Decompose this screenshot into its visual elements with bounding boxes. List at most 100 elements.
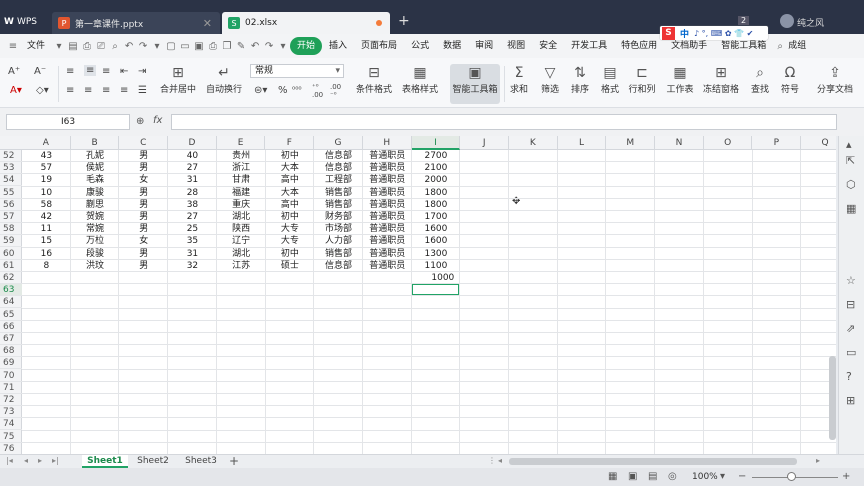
cell-f58[interactable]: 大专: [266, 223, 315, 235]
justify-icon[interactable]: ≡: [120, 85, 128, 96]
cell-h57[interactable]: 普通职员: [363, 211, 412, 223]
cell-h54[interactable]: 普通职员: [363, 174, 412, 186]
cell-e61[interactable]: 江苏: [217, 260, 266, 272]
cell-d60[interactable]: 31: [168, 248, 217, 260]
help-icon[interactable]: ?: [846, 370, 852, 383]
undo2-icon[interactable]: ↶: [248, 41, 262, 52]
table-icon[interactable]: ▦: [846, 202, 856, 215]
cell-i61[interactable]: 1100: [412, 260, 461, 272]
row-header-64[interactable]: 64: [0, 296, 22, 309]
tab-pptx[interactable]: P 第一章课件.pptx ✕: [52, 12, 220, 34]
cell-h53[interactable]: 普通职员: [363, 162, 412, 174]
cell-b57[interactable]: 贺婉: [71, 211, 120, 223]
row-header-53[interactable]: 53: [0, 162, 22, 175]
smart-toolbox-button[interactable]: ▣ 智能工具箱: [450, 64, 500, 104]
chevron-down-icon[interactable]: ▾: [52, 41, 66, 52]
indent-decrease-icon[interactable]: ⇤: [120, 66, 128, 77]
row-header-63[interactable]: 63: [0, 284, 22, 297]
window-count-badge[interactable]: 2: [738, 16, 750, 25]
cell-g60[interactable]: 销售部: [314, 248, 363, 260]
scroll-left-icon[interactable]: ◂: [498, 456, 502, 465]
column-header-a[interactable]: A: [22, 136, 71, 150]
cell-f59[interactable]: 大专: [266, 235, 315, 247]
save-icon[interactable]: ▤: [66, 41, 80, 52]
more-tabs-icon[interactable]: ⋮: [488, 456, 496, 465]
column-header-e[interactable]: E: [217, 136, 266, 150]
folder-icon[interactable]: ▭: [846, 346, 856, 359]
first-sheet-icon[interactable]: |◂: [6, 456, 13, 465]
cell-b59[interactable]: 万柆: [71, 235, 120, 247]
menu-developer[interactable]: 开发工具: [564, 37, 614, 55]
menu-security[interactable]: 安全: [532, 37, 564, 55]
cell-f53[interactable]: 大本: [266, 162, 315, 174]
row-header-62[interactable]: 62: [0, 272, 22, 284]
format-button[interactable]: ▤ 格式: [596, 64, 624, 95]
new-tab-button[interactable]: +: [398, 13, 410, 29]
menu-special[interactable]: 特色应用: [614, 37, 664, 55]
column-header-m[interactable]: M: [606, 136, 656, 150]
reading-mode-icon[interactable]: ◎: [668, 471, 677, 482]
cell-e58[interactable]: 陕西: [217, 223, 266, 235]
cell-g54[interactable]: 工程部: [314, 174, 363, 186]
name-box[interactable]: I63: [6, 114, 130, 130]
redo-icon[interactable]: ↷: [136, 41, 150, 52]
cell-c58[interactable]: 男: [119, 223, 168, 235]
filter-button[interactable]: ▽ 筛选: [536, 64, 564, 95]
worksheet-button[interactable]: ▦ 工作表: [664, 64, 696, 95]
row-header-70[interactable]: 70: [0, 370, 22, 382]
cell-d52[interactable]: 40: [168, 150, 217, 162]
cell-b55[interactable]: 康骏: [71, 187, 120, 199]
backup-icon[interactable]: ⊟: [846, 298, 855, 311]
cell-f57[interactable]: 初中: [266, 211, 315, 223]
cell-d58[interactable]: 25: [168, 223, 217, 235]
cell-c54[interactable]: 女: [119, 174, 168, 186]
number-format-select[interactable]: 常规 ▾: [250, 64, 344, 78]
cell-b54[interactable]: 毛森: [71, 174, 120, 186]
select-icon[interactable]: ⇱: [846, 154, 855, 167]
row-header-66[interactable]: 66: [0, 321, 22, 333]
row-header-75[interactable]: 75: [0, 431, 22, 443]
cell-h60[interactable]: 普通职员: [363, 248, 412, 260]
spreadsheet-grid[interactable]: ABCDEFGHIJKLMNOPQ 52 53 54 55 56 57 58 59 60 61 62…: [0, 136, 836, 454]
row-header-56[interactable]: 56: [0, 199, 22, 211]
username[interactable]: 纯之风: [797, 16, 824, 29]
table-style-button[interactable]: ▦ 表格样式: [398, 64, 442, 95]
page-layout-icon[interactable]: ▣: [628, 471, 637, 482]
cell-h55[interactable]: 普通职员: [363, 187, 412, 199]
align-left-icon[interactable]: ≡: [66, 85, 74, 96]
print-icon[interactable]: ⎚: [94, 41, 108, 52]
cell-g58[interactable]: 市场部: [314, 223, 363, 235]
vertical-scrollbar-thumb[interactable]: [829, 356, 836, 440]
cell-g52[interactable]: 信息部: [314, 150, 363, 162]
preview-icon[interactable]: ⌕: [108, 41, 122, 52]
menu-review[interactable]: 审阅: [468, 37, 500, 55]
cell-e52[interactable]: 贵州: [217, 150, 266, 162]
sum-button[interactable]: Σ 求和: [506, 64, 532, 95]
cell-d54[interactable]: 31: [168, 174, 217, 186]
cell-e53[interactable]: 浙江: [217, 162, 266, 174]
cell-i60[interactable]: 1300: [412, 248, 461, 260]
shapes-icon[interactable]: ⬡: [846, 178, 856, 191]
merge-center-button[interactable]: ⊞ 合并居中: [158, 64, 198, 95]
column-header-i[interactable]: I: [411, 136, 461, 150]
cell-e59[interactable]: 辽宁: [217, 235, 266, 247]
find-button[interactable]: ⌕ 查找: [746, 64, 774, 95]
cell-d61[interactable]: 32: [168, 260, 217, 272]
column-header-k[interactable]: K: [509, 136, 558, 150]
cell-i55[interactable]: 1800: [412, 187, 461, 199]
cell-c61[interactable]: 男: [119, 260, 168, 272]
last-sheet-icon[interactable]: ▸|: [52, 456, 59, 465]
menu-home[interactable]: 开始: [290, 37, 323, 55]
avatar[interactable]: [780, 14, 794, 28]
cell-d53[interactable]: 27: [168, 162, 217, 174]
add-sheet-button[interactable]: +: [229, 454, 239, 468]
column-header-n[interactable]: N: [655, 136, 704, 150]
percent-button[interactable]: %: [278, 85, 288, 96]
cell-a57[interactable]: 42: [22, 211, 71, 223]
row-header-59[interactable]: 59: [0, 235, 22, 248]
column-header-f[interactable]: F: [266, 136, 315, 150]
share-panel-icon[interactable]: ⇗: [846, 322, 855, 335]
star-icon[interactable]: ☆: [846, 274, 856, 287]
font-color-icon[interactable]: A▾: [10, 85, 22, 96]
cell-c59[interactable]: 女: [119, 235, 168, 247]
